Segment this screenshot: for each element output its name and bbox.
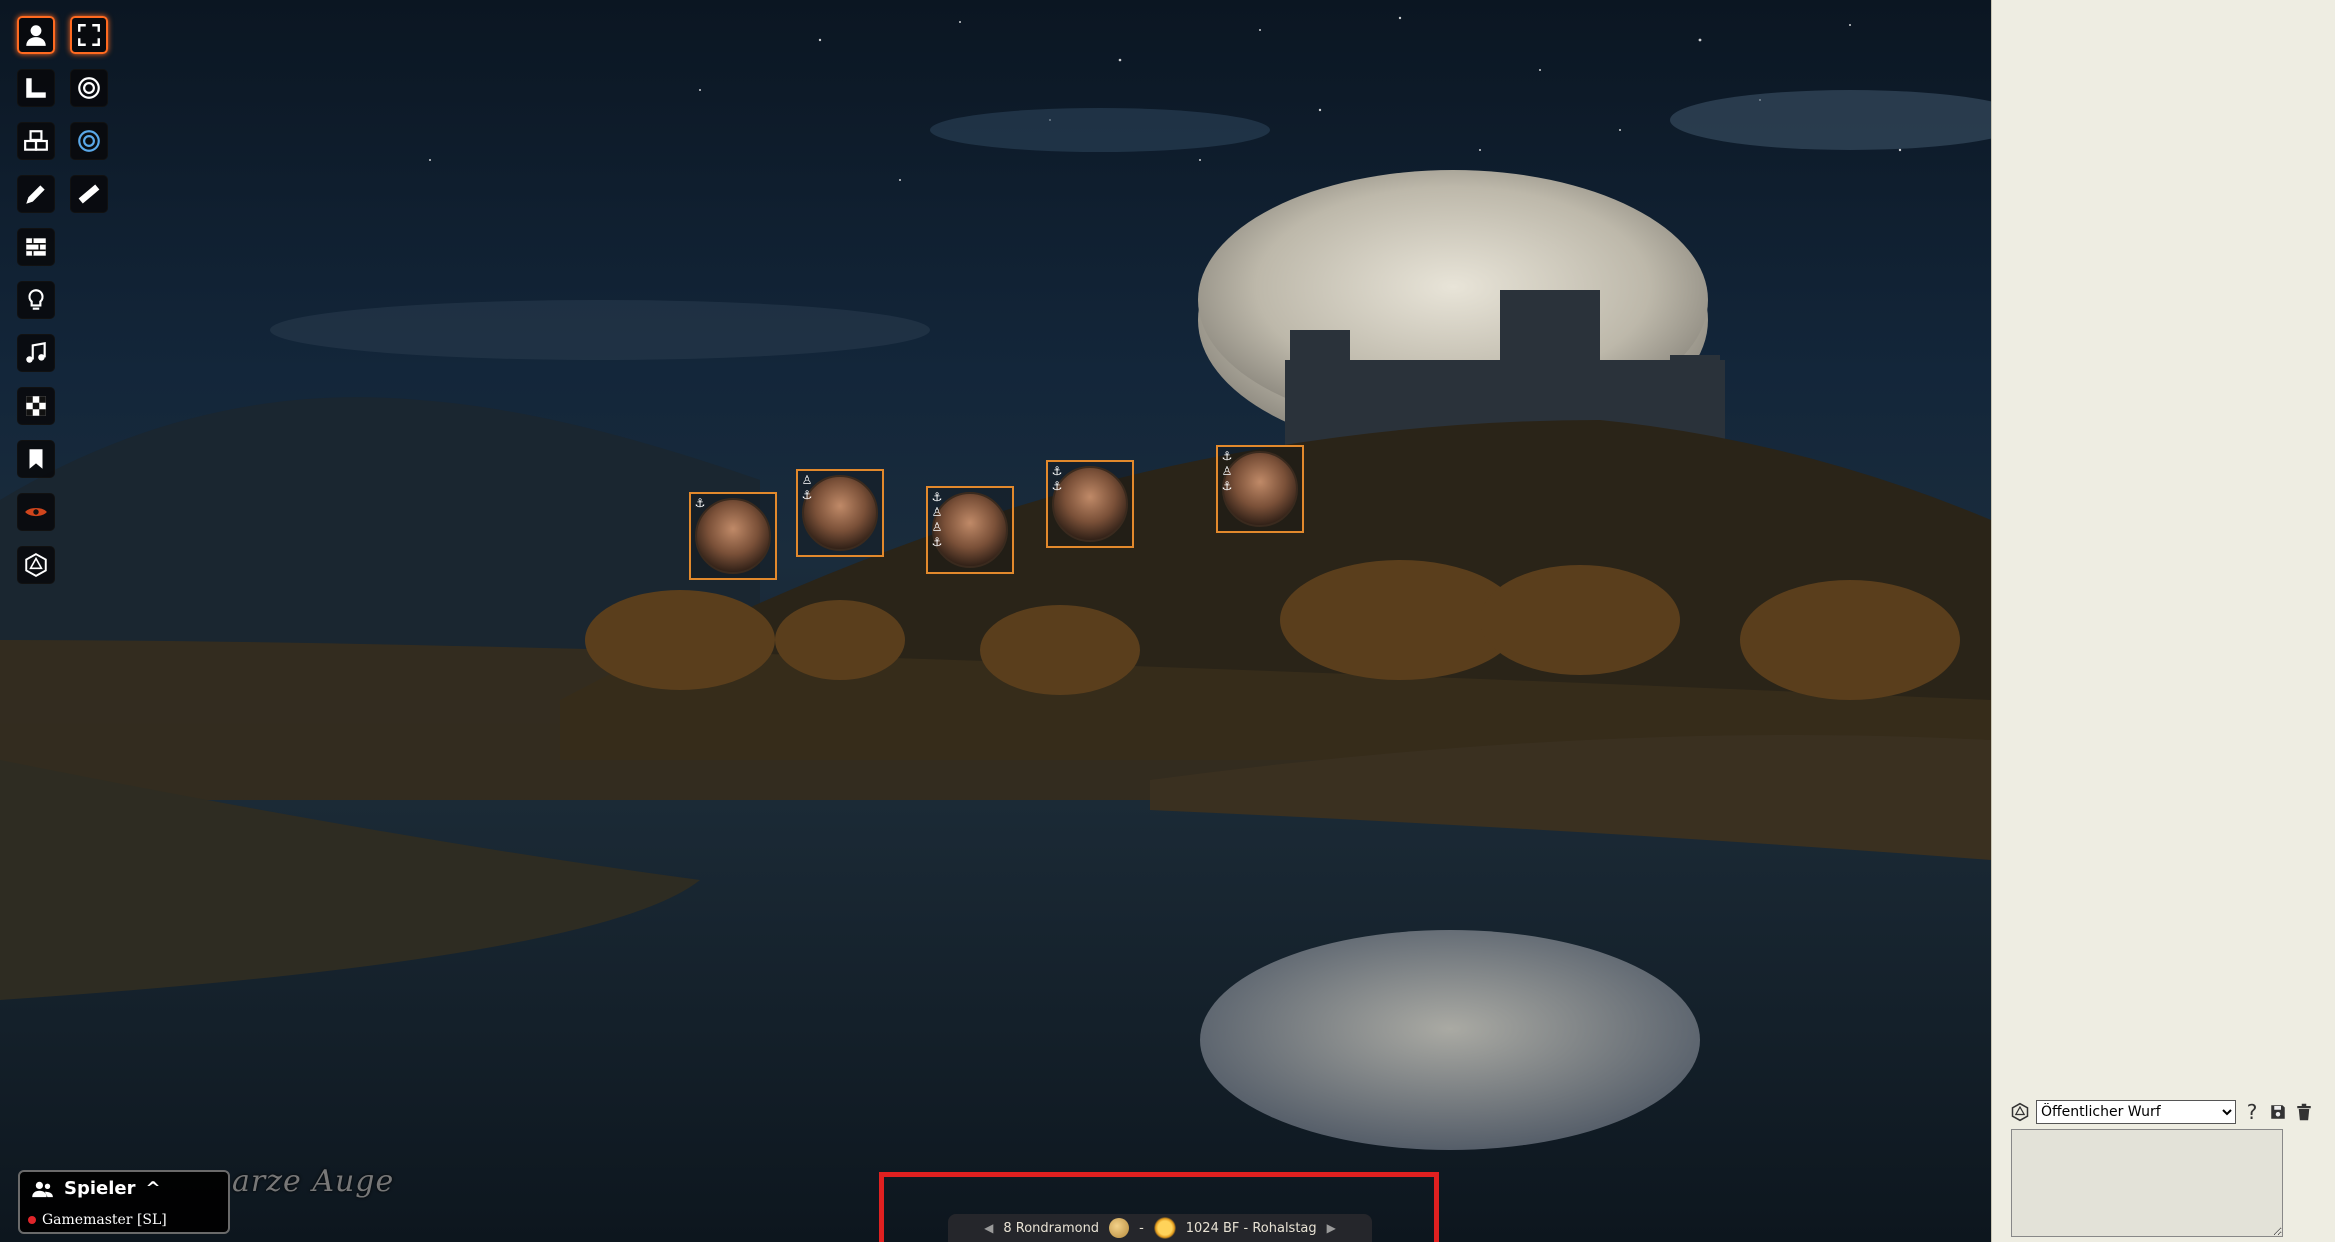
roll-mode-select[interactable]: Öffentlicher Wurf	[2036, 1100, 2236, 1124]
save-icon[interactable]	[2268, 1102, 2288, 1122]
fullscreen-tool-button[interactable]	[70, 16, 108, 54]
target-blue-tool-button[interactable]	[70, 122, 108, 160]
lighting-controls-button[interactable]	[17, 281, 55, 319]
regions-controls-button[interactable]	[17, 387, 55, 425]
users-icon	[32, 1181, 53, 1197]
game-logo: arze Auge	[232, 1164, 395, 1199]
player-status-dot	[28, 1216, 36, 1224]
status-anchor-icon: ⚓	[931, 490, 943, 504]
calendar-separator: -	[1139, 1220, 1144, 1236]
status-anchor-icon: ⚓	[801, 488, 813, 502]
user-icon	[26, 25, 46, 46]
lightbulb-icon	[28, 289, 44, 310]
players-list[interactable]: Spieler ^ Gamemaster [SL]	[18, 1170, 230, 1234]
status-pawn-icon: ♙	[931, 520, 943, 534]
dice-controls-button[interactable]	[17, 546, 55, 584]
player-row: Gamemaster [SL]	[28, 1212, 167, 1228]
notes-controls-button[interactable]	[17, 440, 55, 478]
token-status-effects: ⚓ ♙ ♙ ⚓	[930, 490, 944, 549]
pencil-icon	[26, 185, 45, 204]
vision-controls-button[interactable]	[17, 493, 55, 531]
target-blue-icon	[78, 130, 100, 152]
tiles-controls-button[interactable]	[17, 122, 55, 160]
players-title: Spieler	[64, 1178, 136, 1199]
d20-icon	[25, 553, 47, 577]
scene-controls	[17, 16, 55, 584]
ruler-tool-button[interactable]	[70, 175, 108, 213]
token-bearded-dwarf[interactable]: ⚓	[689, 492, 777, 580]
chat-controls: Öffentlicher Wurf ?	[2010, 1100, 2314, 1124]
measure-controls-button[interactable]	[17, 69, 55, 107]
token-controls-button[interactable]	[17, 16, 55, 54]
sound-controls-button[interactable]	[17, 334, 55, 372]
right-sidebar	[1991, 0, 2335, 1242]
checker-icon	[26, 396, 46, 416]
player-name: Gamemaster [SL]	[42, 1212, 167, 1228]
target-tool-button[interactable]	[70, 69, 108, 107]
music-icon	[26, 341, 46, 363]
tool-controls	[70, 16, 108, 213]
calendar-next-button[interactable]: ▶	[1327, 1221, 1336, 1235]
calendar-bar: ◀ 8 Rondramond - 1024 BF - Rohalstag ▶	[948, 1214, 1372, 1242]
ruler-square-icon	[26, 78, 46, 98]
trash-icon[interactable]	[2294, 1102, 2314, 1122]
token-status-effects: ⚓	[693, 496, 707, 510]
token-status-effects: ⚓ ⚓	[1050, 464, 1064, 493]
calendar-year-weekday: 1024 BF - Rohalstag	[1185, 1220, 1317, 1236]
walls-controls-button[interactable]	[17, 228, 55, 266]
drawing-controls-button[interactable]	[17, 175, 55, 213]
game-canvas[interactable]: ⚓ ♙ ⚓ ⚓ ♙ ♙ ⚓ ⚓ ⚓ ⚓ ♙ ⚓ arze Auge Spiele…	[0, 0, 1991, 1242]
status-anchor-icon: ⚓	[931, 535, 943, 549]
chat-message-input[interactable]	[2011, 1129, 2283, 1237]
status-pawn-icon: ♙	[931, 505, 943, 519]
moon-phase-icon	[1109, 1218, 1130, 1238]
brick-wall-icon	[26, 238, 46, 256]
status-anchor-icon: ⚓	[1221, 479, 1233, 493]
eye-icon	[25, 507, 47, 517]
status-pawn-icon: ♙	[1221, 464, 1233, 478]
d20-icon[interactable]	[2010, 1102, 2030, 1122]
expand-icon	[78, 24, 100, 46]
token-status-effects: ♙ ⚓	[800, 473, 814, 502]
players-header[interactable]: Spieler ^	[32, 1178, 161, 1199]
scene-background	[0, 16, 1991, 1242]
status-anchor-icon: ⚓	[694, 496, 706, 510]
status-pawn-icon: ♙	[801, 473, 813, 487]
ruler-icon	[78, 184, 100, 204]
bookmark-icon	[29, 449, 43, 469]
token-blonde-woman[interactable]: ⚓ ♙ ⚓	[1216, 445, 1304, 533]
help-icon[interactable]: ?	[2242, 1100, 2262, 1124]
token-status-effects: ⚓ ♙ ⚓	[1220, 449, 1234, 493]
calendar-date: 8 Rondramond	[1003, 1220, 1100, 1236]
sun-icon	[1153, 1217, 1176, 1239]
status-anchor-icon: ⚓	[1051, 464, 1063, 478]
cubes-icon	[24, 130, 48, 151]
token-young-man[interactable]: ♙ ⚓	[796, 469, 884, 557]
token-dark-hair-man[interactable]: ⚓ ♙ ♙ ⚓	[926, 486, 1014, 574]
calendar-prev-button[interactable]: ◀	[984, 1221, 993, 1235]
status-anchor-icon: ⚓	[1051, 479, 1063, 493]
status-anchor-icon: ⚓	[1221, 449, 1233, 463]
token-dark-hair-woman[interactable]: ⚓ ⚓	[1046, 460, 1134, 548]
chevron-up-icon: ^	[145, 1178, 161, 1199]
target-icon	[78, 77, 100, 99]
